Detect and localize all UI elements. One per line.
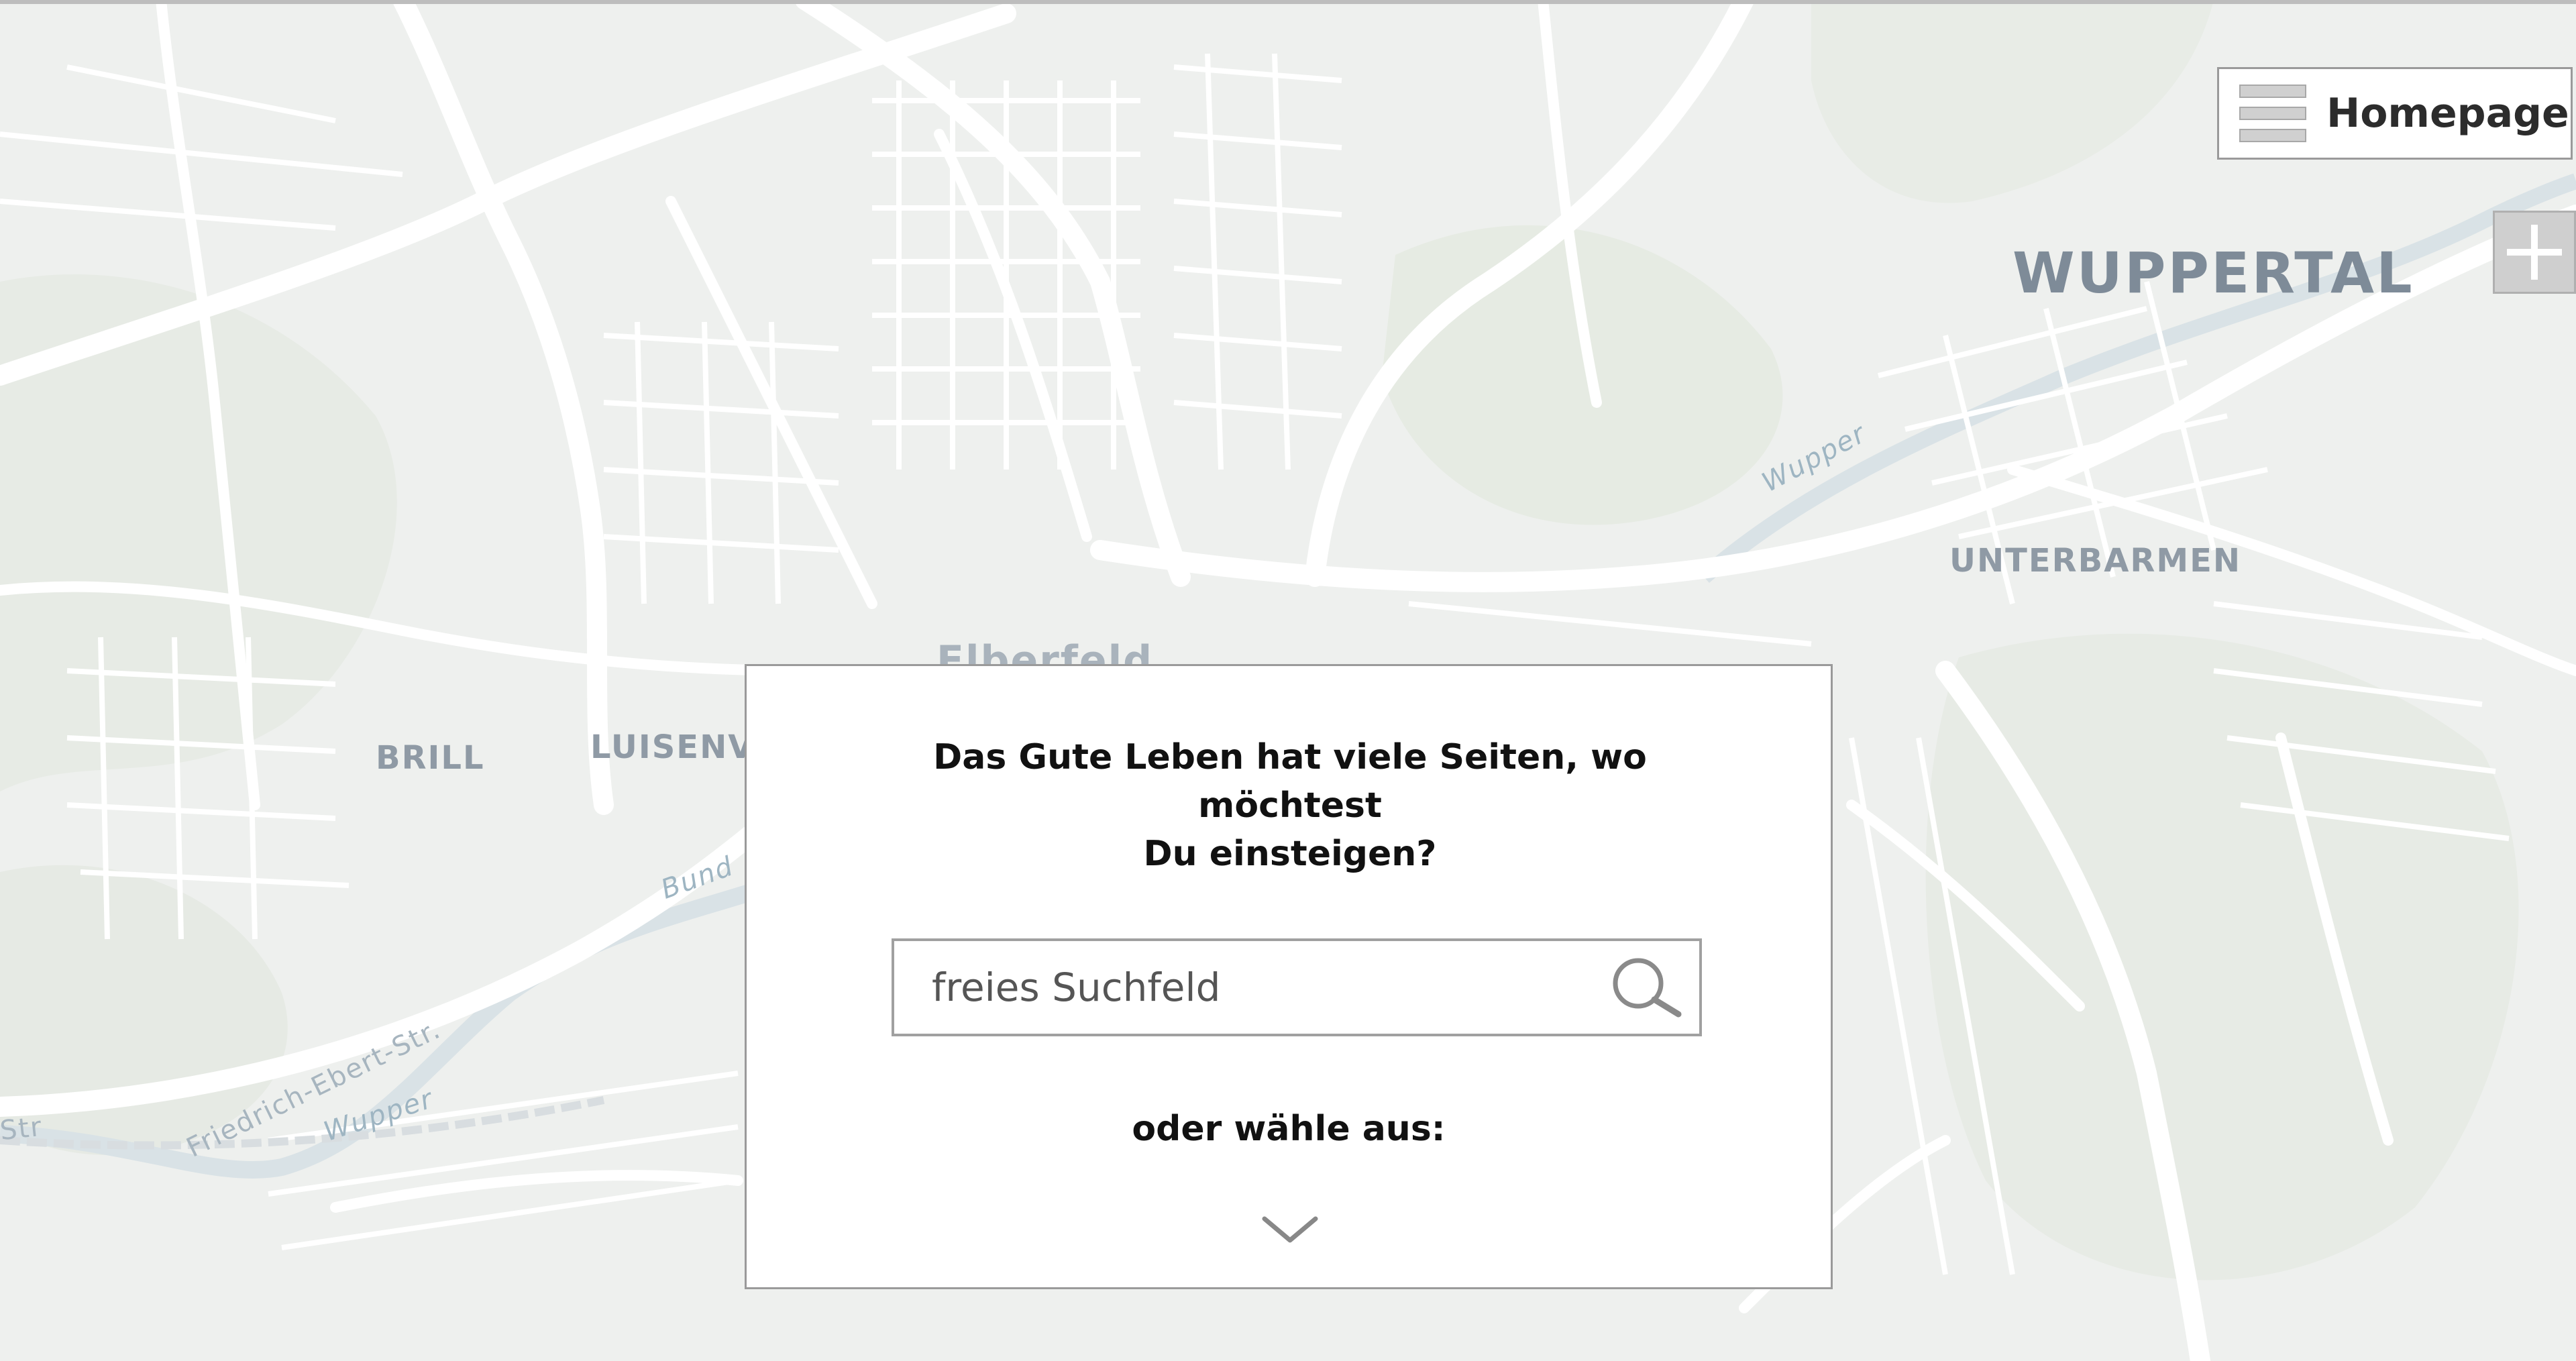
hamburger-icon [2239, 85, 2306, 142]
map-label-city: WUPPERTAL [2012, 240, 2414, 306]
expand-options-button[interactable] [1250, 1203, 1330, 1256]
search-input[interactable] [894, 940, 1603, 1034]
map-label-brill: BRILL [376, 739, 485, 777]
map-label-luisenviertel: LUISENV [590, 728, 755, 766]
dialog-title-line-1: Das Gute Leben hat viele Seiten, wo möch… [933, 737, 1647, 826]
page: WUPPERTAL UNTERBARMEN Elberfeld BRILL LU… [0, 0, 2576, 1361]
search-button[interactable] [1603, 941, 1690, 1034]
map-label-str: Str [0, 1111, 44, 1147]
chevron-down-icon [1262, 1216, 1318, 1243]
homepage-menu-button[interactable]: Homepage [2217, 67, 2573, 160]
plus-icon [2507, 225, 2562, 280]
top-border [0, 0, 2576, 4]
choose-label: oder wähle aus: [1132, 1109, 1446, 1149]
dialog-title-line-2: Du einsteigen? [1143, 834, 1437, 874]
dialog-title: Das Gute Leben hat viele Seiten, wo möch… [867, 733, 1713, 878]
search-icon [1613, 958, 1682, 1018]
entry-dialog: Das Gute Leben hat viele Seiten, wo möch… [745, 664, 1833, 1289]
homepage-label: Homepage [2326, 90, 2569, 137]
search-box [892, 938, 1702, 1036]
zoom-in-button[interactable] [2493, 211, 2576, 294]
map-label-unterbarmen: UNTERBARMEN [1949, 542, 2242, 580]
